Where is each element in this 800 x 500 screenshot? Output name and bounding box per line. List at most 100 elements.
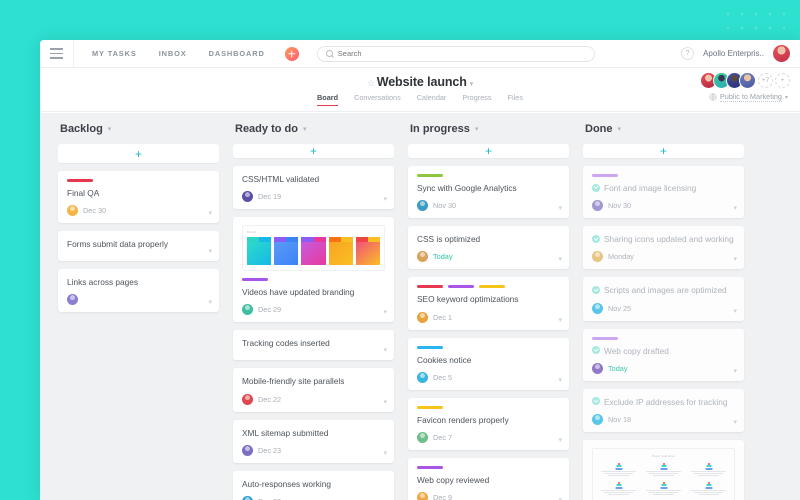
- task-card[interactable]: Cookies notice Dec 5 ▾: [408, 337, 569, 390]
- card-title: CSS/HTML validated: [242, 174, 385, 185]
- card-chevron-icon[interactable]: ▾: [208, 247, 212, 255]
- star-icon[interactable]: ☆: [367, 78, 375, 88]
- card-chevron-icon[interactable]: ▾: [383, 398, 387, 406]
- card-chevron-icon[interactable]: ▾: [558, 255, 562, 263]
- avatar-assignee[interactable]: [67, 294, 78, 306]
- task-card[interactable]: Exclude IP addresses for tracking Nov 18 ▾: [583, 388, 744, 432]
- tab-board[interactable]: Board: [317, 93, 339, 106]
- task-card[interactable]: Links across pages ▾: [58, 269, 219, 313]
- card-chevron-icon[interactable]: ▾: [558, 436, 562, 444]
- tab-conversations[interactable]: Conversations: [354, 93, 401, 106]
- card-title: Forms submit data properly: [67, 239, 210, 250]
- card-chevron-icon[interactable]: ▾: [208, 209, 212, 217]
- avatar-member-4[interactable]: [739, 72, 756, 89]
- avatar-assignee[interactable]: [242, 191, 253, 203]
- card-meta: Dec 9: [417, 492, 560, 500]
- add-card-button[interactable]: +: [583, 144, 744, 158]
- card-chevron-icon[interactable]: ▾: [733, 307, 737, 315]
- avatar-assignee[interactable]: [67, 205, 78, 217]
- chevron-down-icon[interactable]: ▾: [618, 125, 622, 133]
- avatar-assignee[interactable]: [592, 302, 603, 314]
- card-chevron-icon[interactable]: ▾: [733, 418, 737, 426]
- card-chevron-icon[interactable]: ▾: [558, 496, 562, 500]
- add-member-button[interactable]: +: [775, 73, 790, 88]
- task-card[interactable]: CSS/HTML validated Dec 19 ▾: [233, 166, 394, 210]
- task-card[interactable]: Web copy drafted Today ▾: [583, 328, 744, 381]
- task-card[interactable]: CSS is optimized Today ▾: [408, 226, 569, 270]
- check-circle-icon[interactable]: [592, 346, 600, 355]
- avatar-assignee[interactable]: [417, 492, 428, 500]
- avatar-current-user[interactable]: [773, 45, 790, 62]
- chevron-down-icon[interactable]: ▾: [108, 125, 112, 133]
- chevron-down-icon[interactable]: ▾: [475, 125, 479, 133]
- nav-my-tasks[interactable]: MY TASKS: [92, 49, 137, 58]
- hamburger-menu-icon[interactable]: [40, 40, 74, 67]
- card-chevron-icon[interactable]: ▾: [733, 255, 737, 263]
- quick-add-plus-icon[interactable]: [284, 46, 299, 61]
- avatar-assignee[interactable]: [242, 444, 253, 456]
- task-card[interactable]: SEO keyword optimizations Dec 1 ▾: [408, 277, 569, 330]
- avatar-assignee[interactable]: [242, 304, 253, 316]
- avatar-assignee[interactable]: [417, 431, 428, 443]
- task-card[interactable]: Final QA Dec 30 ▾: [58, 171, 219, 224]
- thumbnail-item: [599, 481, 638, 495]
- avatar-assignee[interactable]: [417, 200, 428, 212]
- add-card-button[interactable]: +: [233, 144, 394, 158]
- task-card[interactable]: Sharing icons updated and working Monday ▾: [583, 226, 744, 270]
- card-due-date: Today: [608, 363, 628, 373]
- check-circle-icon[interactable]: [592, 397, 600, 406]
- chevron-down-icon[interactable]: ▾: [470, 81, 474, 88]
- avatar-assignee[interactable]: [592, 413, 603, 425]
- card-chevron-icon[interactable]: ▾: [733, 367, 737, 375]
- check-circle-icon[interactable]: [592, 285, 600, 294]
- card-chevron-icon[interactable]: ▾: [208, 298, 212, 306]
- help-icon[interactable]: ?: [681, 47, 695, 60]
- avatar-assignee[interactable]: [417, 251, 428, 263]
- add-card-button[interactable]: +: [408, 144, 569, 158]
- avatar-assignee[interactable]: [592, 362, 603, 374]
- tab-calendar[interactable]: Calendar: [417, 93, 447, 106]
- privacy-setting[interactable]: Public to Marketing ▾: [709, 92, 788, 102]
- add-card-button[interactable]: +: [58, 144, 219, 163]
- card-chevron-icon[interactable]: ▾: [383, 346, 387, 354]
- task-card[interactable]: Brand Guidelines▾: [583, 439, 744, 500]
- card-chevron-icon[interactable]: ▾: [383, 195, 387, 203]
- card-chevron-icon[interactable]: ▾: [383, 308, 387, 316]
- card-chevron-icon[interactable]: ▾: [558, 204, 562, 212]
- task-card[interactable]: Mobile-friendly site parallels Dec 22 ▾: [233, 368, 394, 412]
- task-card[interactable]: Forms submit data properly ▾: [58, 231, 219, 262]
- card-chevron-icon[interactable]: ▾: [558, 316, 562, 324]
- card-chevron-icon[interactable]: ▾: [383, 449, 387, 457]
- card-chevron-icon[interactable]: ▾: [733, 204, 737, 212]
- task-card[interactable]: Sync with Google Analytics Nov 30 ▾: [408, 166, 569, 219]
- avatar-assignee[interactable]: [592, 200, 603, 212]
- avatar-assignee[interactable]: [417, 371, 428, 383]
- tab-progress[interactable]: Progress: [462, 93, 491, 106]
- card-tags: [417, 174, 560, 177]
- nav-dashboard[interactable]: DASHBOARD: [209, 49, 265, 58]
- check-circle-icon[interactable]: [592, 234, 600, 243]
- search-box[interactable]: [316, 45, 595, 62]
- task-card[interactable]: Favicon renders properly Dec 7 ▾: [408, 397, 569, 450]
- task-card[interactable]: Auto-responses workingDec 28▾: [233, 470, 394, 500]
- task-card[interactable]: Font and image licensing Nov 30 ▾: [583, 166, 744, 219]
- column-header: Ready to do ▾: [233, 123, 394, 144]
- avatar-assignee[interactable]: [417, 311, 428, 323]
- tab-files[interactable]: Files: [508, 93, 523, 106]
- avatar-assignee[interactable]: [242, 393, 253, 405]
- avatar-assignee[interactable]: [242, 495, 253, 500]
- card-chevron-icon[interactable]: ▾: [558, 376, 562, 384]
- card-due-date: Nov 25: [608, 303, 632, 313]
- avatar-assignee[interactable]: [592, 251, 603, 263]
- chevron-down-icon[interactable]: ▾: [303, 125, 307, 133]
- check-circle-icon[interactable]: [592, 183, 600, 192]
- search-input[interactable]: [337, 49, 586, 58]
- task-card[interactable]: Scripts and images are optimized Nov 25 ▾: [583, 277, 744, 321]
- organization-name[interactable]: Apollo Enterpris..: [703, 49, 764, 58]
- member-overflow-count[interactable]: +7: [758, 73, 773, 88]
- nav-inbox[interactable]: INBOX: [159, 49, 187, 58]
- task-card[interactable]: Tracking codes inserted ▾: [233, 330, 394, 361]
- task-card[interactable]: Brand Videos have updated branding Dec 29 ▾: [233, 217, 394, 323]
- task-card[interactable]: XML sitemap submitted Dec 23 ▾: [233, 419, 394, 463]
- task-card[interactable]: Web copy reviewed Dec 9 ▾: [408, 457, 569, 500]
